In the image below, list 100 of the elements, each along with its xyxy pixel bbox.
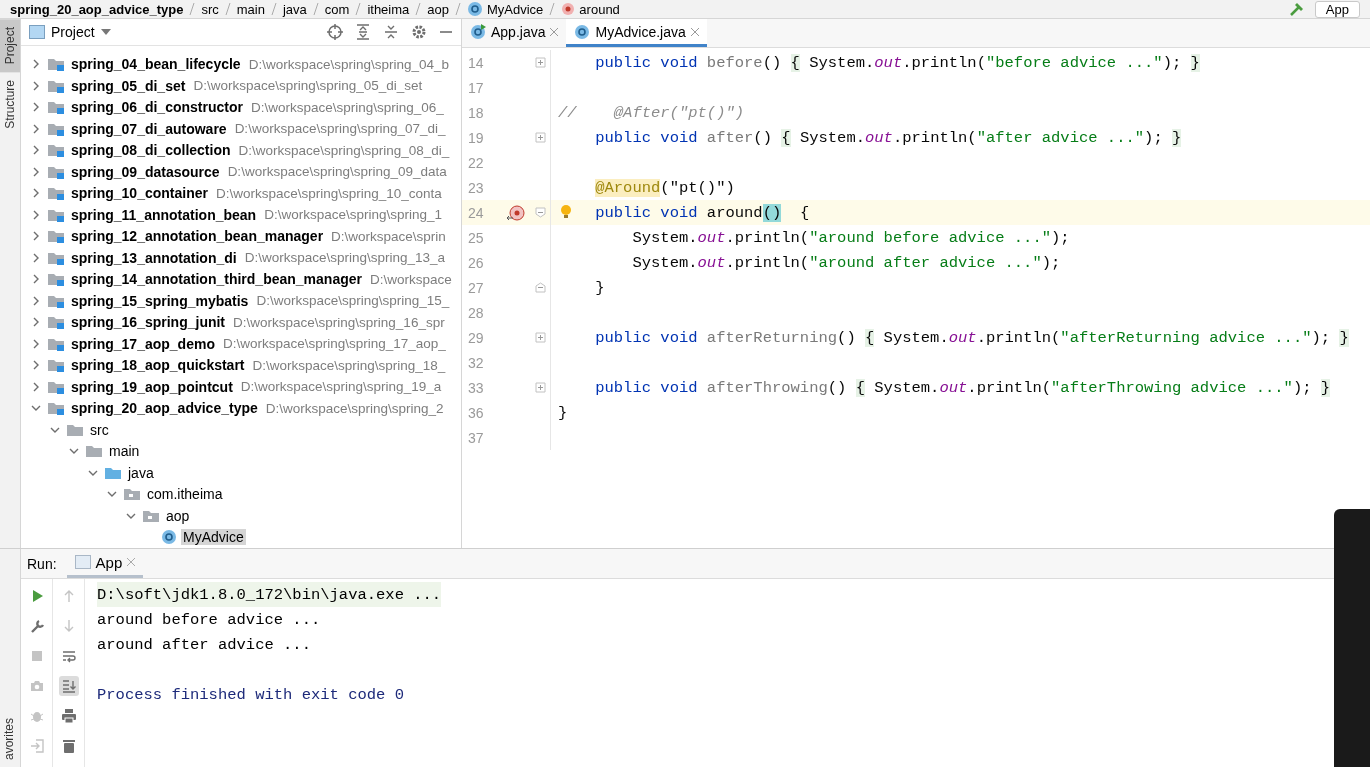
tree-item[interactable]: spring_14_annotation_third_bean_manager [69,271,364,288]
panel-title[interactable]: Project [51,23,95,40]
module-path: D:\workspace\spring\spring_08_di_ [238,142,450,158]
breadcrumb-item[interactable]: itheima [367,1,410,17]
module-path: D:\workspace\spring\spring_04_b [248,56,449,72]
package-icon [123,487,141,502]
module-path: D:\workspace [369,271,452,287]
tree-item[interactable]: spring_05_di_set [69,77,188,94]
editor-tab[interactable]: App.java [462,19,567,47]
code-line: public void before() { System.out.println("before advice ..."); } [594,53,1200,72]
module-icon [47,336,65,351]
module-icon [47,293,65,308]
tree-item[interactable]: spring_13_annotation_di [69,249,239,266]
breadcrumb-item[interactable]: aop [427,1,449,17]
module-path: D:\workspace\spring\spring_18_ [252,357,446,373]
runnable-class-icon [470,23,486,40]
source-folder-icon [104,465,122,480]
collapse-all-icon[interactable] [383,23,399,40]
tree-item[interactable]: spring_19_aop_pointcut [69,378,235,395]
breadcrumb-item[interactable]: around [579,1,620,17]
line-number: 27 [467,279,485,296]
tool-window-tab[interactable]: Structure [0,72,20,138]
module-icon [47,379,65,394]
tree-item[interactable]: main [107,443,142,460]
editor-tab[interactable]: MyAdvice.java [566,19,707,47]
tree-item[interactable]: spring_17_aop_demo [69,335,217,352]
tree-item[interactable]: com.itheima [145,486,225,503]
module-icon [47,272,65,287]
module-icon [47,57,65,72]
separator-icon [355,3,362,15]
tree-item[interactable]: spring_09_datasource [69,163,222,180]
line-number: 26 [467,254,485,271]
fold-minus-icon[interactable] [535,207,546,218]
tree-item[interactable]: java [126,464,156,481]
tree-item[interactable]: spring_20_aop_advice_type [69,400,260,417]
module-icon [47,100,65,115]
fold-minus-icon[interactable] [535,282,546,293]
settings-icon[interactable] [411,23,427,40]
tree-item[interactable]: spring_04_bean_lifecycle [69,56,243,73]
scroll-to-end-icon[interactable] [58,676,79,696]
tree-item[interactable]: spring_08_di_collection [69,142,233,159]
console-window-icon [74,555,91,569]
fold-plus-icon[interactable] [535,332,546,343]
tree-item[interactable]: spring_10_container [69,185,210,202]
line-number: 33 [467,379,485,396]
override-method-icon[interactable] [506,203,526,222]
module-path: D:\workspace\spring\spring_09_data [227,164,447,180]
line-number: 32 [467,354,485,371]
code-line: System.out.println("around before advice ..."); [631,228,1070,247]
tree-item[interactable]: src [88,421,111,438]
module-path: D:\workspace\spring\spring_2 [265,400,444,416]
module-icon [47,121,65,136]
module-icon [47,358,65,373]
tree-item[interactable]: aop [164,507,192,524]
code-line: System.out.println("around after advice ..."); [631,253,1061,272]
close-icon[interactable] [550,27,559,36]
panel-title: Run: [27,555,57,572]
code-line: public void after() { System.out.println("after advice ..."); } [594,128,1182,147]
line-number: 25 [467,229,485,246]
fold-plus-icon[interactable] [535,132,546,143]
expand-all-icon[interactable] [355,23,371,40]
module-path: D:\workspace\spring\spring_06_ [250,99,444,115]
line-number: 24 [467,204,485,221]
breadcrumb-item[interactable]: com [324,1,350,17]
fold-plus-icon[interactable] [535,382,546,393]
dropdown-caret-icon[interactable] [100,28,111,35]
line-number: 36 [467,404,485,421]
separator-icon [312,3,319,15]
breadcrumb-item[interactable]: java [282,1,307,17]
class-icon [574,23,591,40]
breadcrumb-item[interactable]: src [201,1,219,17]
hammer-icon[interactable] [1288,1,1305,17]
class-icon [161,529,177,546]
close-icon[interactable] [690,27,699,36]
tree-item[interactable]: spring_16_spring_junit [69,314,228,331]
tree-item[interactable]: spring_15_spring_mybatis [69,292,251,309]
tree-item[interactable]: spring_07_di_autoware [69,120,229,137]
run-config-dropdown[interactable]: App [1314,0,1360,18]
tree-item[interactable]: spring_18_aop_quickstart [69,357,247,374]
lightbulb-icon[interactable] [560,204,572,220]
separator-icon [415,3,422,15]
folder-icon [66,422,84,437]
tree-item[interactable]: spring_11_annotation_bean [69,206,259,223]
tree-item[interactable]: spring_12_annotation_bean_manager [69,228,326,245]
tree-item[interactable]: MyAdvice [181,529,246,546]
run-tab[interactable]: App [66,549,144,578]
breadcrumb-item[interactable]: spring_20_aop_advice_type [10,1,184,17]
code-line: public void around() { [594,203,810,222]
locate-icon[interactable] [327,23,343,40]
breadcrumb-item[interactable]: MyAdvice [487,1,544,17]
module-icon [47,143,65,158]
tool-window-tab[interactable]: Project [0,19,20,73]
folder-icon [85,444,103,459]
fold-plus-icon[interactable] [535,57,546,68]
console-line: around after advice ... [97,634,312,656]
line-number: 28 [467,304,485,321]
tree-item[interactable]: spring_06_di_constructor [69,99,245,116]
separator-icon [224,3,231,15]
breadcrumb-item[interactable]: main [236,1,265,17]
line-number: 29 [467,329,485,346]
